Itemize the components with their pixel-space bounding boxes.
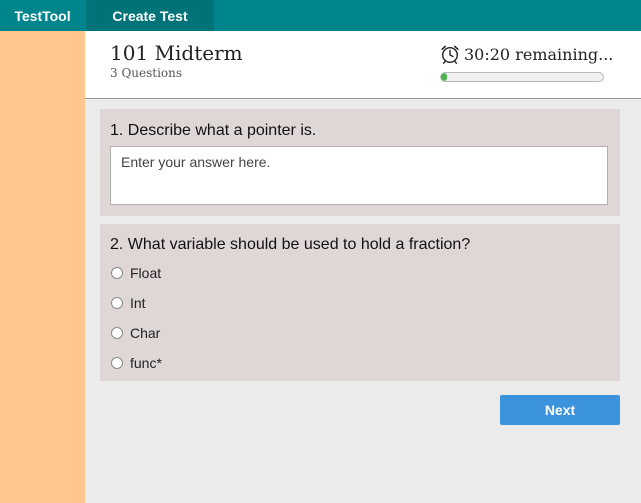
alarm-clock-icon <box>440 44 460 64</box>
time-progress-bar <box>440 72 604 82</box>
progress-fill <box>441 73 448 81</box>
question-card-2: 2. What variable should be used to hold … <box>100 224 620 381</box>
question-card-1: 1. Describe what a pointer is. <box>100 109 620 216</box>
option-label: Float <box>130 265 162 281</box>
left-sidebar <box>0 31 85 503</box>
timer: 30:20 remaining... <box>440 44 613 64</box>
question-2-text: 2. What variable should be used to hold … <box>110 236 471 253</box>
option-label: Int <box>130 295 146 311</box>
answer-input[interactable] <box>110 146 608 205</box>
radio-button[interactable] <box>111 297 123 309</box>
page-title: 101 Midterm <box>110 41 243 65</box>
radio-button[interactable] <box>111 357 123 369</box>
top-nav-bar: TestTool Create Test <box>0 0 641 31</box>
option-char[interactable]: Char <box>111 325 160 341</box>
time-remaining: 30:20 remaining... <box>464 44 614 64</box>
next-button[interactable]: Next <box>500 395 620 425</box>
test-header: 101 Midterm 3 Questions 30:20 remaining.… <box>85 31 641 99</box>
option-label: func* <box>130 355 162 371</box>
question-1-text: 1. Describe what a pointer is. <box>110 122 317 139</box>
app-brand[interactable]: TestTool <box>0 0 85 31</box>
radio-button[interactable] <box>111 327 123 339</box>
option-int[interactable]: Int <box>111 295 146 311</box>
create-test-tab[interactable]: Create Test <box>86 0 214 31</box>
option-label: Char <box>130 325 161 341</box>
question-count: 3 Questions <box>110 66 183 80</box>
option-float[interactable]: Float <box>111 265 161 281</box>
option-func-pointer[interactable]: func* <box>111 355 162 371</box>
main-content: 1. Describe what a pointer is. 2. What v… <box>85 99 641 503</box>
radio-button[interactable] <box>111 267 123 279</box>
